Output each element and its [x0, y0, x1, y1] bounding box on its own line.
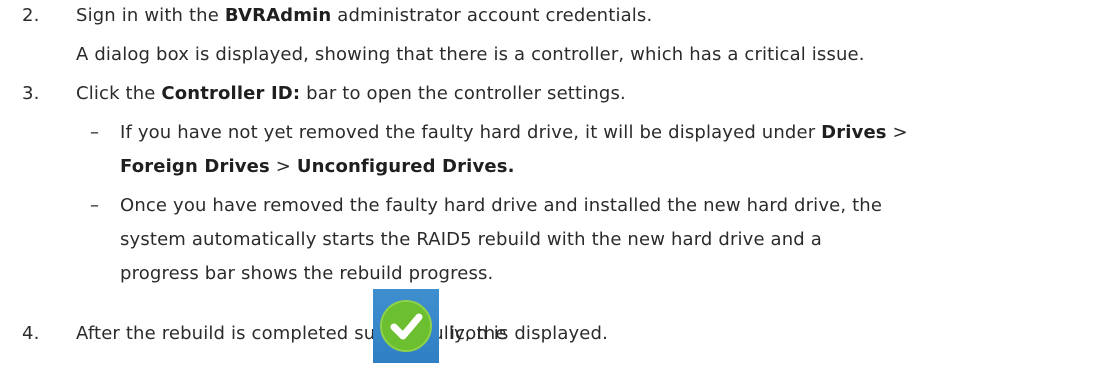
bullet-dash: – [90, 122, 100, 143]
step-number: 3. [22, 83, 40, 104]
step-number: 2. [22, 5, 40, 26]
bullet-dash: – [90, 195, 100, 216]
bullet-text: Foreign Drives > Unconfigured Drives. [120, 156, 515, 178]
step-text-segment: Sign in with the [76, 5, 225, 26]
step-text: Click the Controller ID: bar to open the… [76, 83, 626, 105]
step-text: Sign in with the BVRAdmin administrator … [76, 5, 652, 27]
ui-element-name: Foreign Drives [120, 156, 270, 177]
bullet-text-segment: If you have not yet removed the faulty h… [120, 122, 822, 143]
ui-element-name: Unconfigured Drives. [296, 156, 515, 177]
step-text: After the rebuild is completed successfu… [76, 323, 507, 344]
ui-element-name: Drives [821, 122, 887, 143]
step-text-segment: bar to open the controller settings. [300, 83, 626, 104]
bullet-text: If you have not yet removed the faulty h… [120, 122, 908, 144]
path-separator: > [886, 122, 908, 143]
step-text: icon is displayed. [450, 323, 608, 344]
bullet-text: system automatically starts the RAID5 re… [120, 229, 822, 250]
bullet-text: progress bar shows the rebuild progress. [120, 263, 494, 284]
path-separator: > [269, 156, 297, 177]
checkmark-icon-graphic [380, 300, 432, 352]
step-number: 4. [22, 323, 40, 344]
step-text-segment: administrator account credentials. [331, 5, 653, 26]
step-text-segment: Click the [76, 83, 162, 104]
step-result-text: A dialog box is displayed, showing that … [76, 44, 865, 65]
account-name: BVRAdmin [224, 5, 332, 26]
ui-element-name: Controller ID: [161, 83, 301, 104]
checkmark-icon [373, 289, 439, 363]
bullet-text: Once you have removed the faulty hard dr… [120, 195, 883, 216]
